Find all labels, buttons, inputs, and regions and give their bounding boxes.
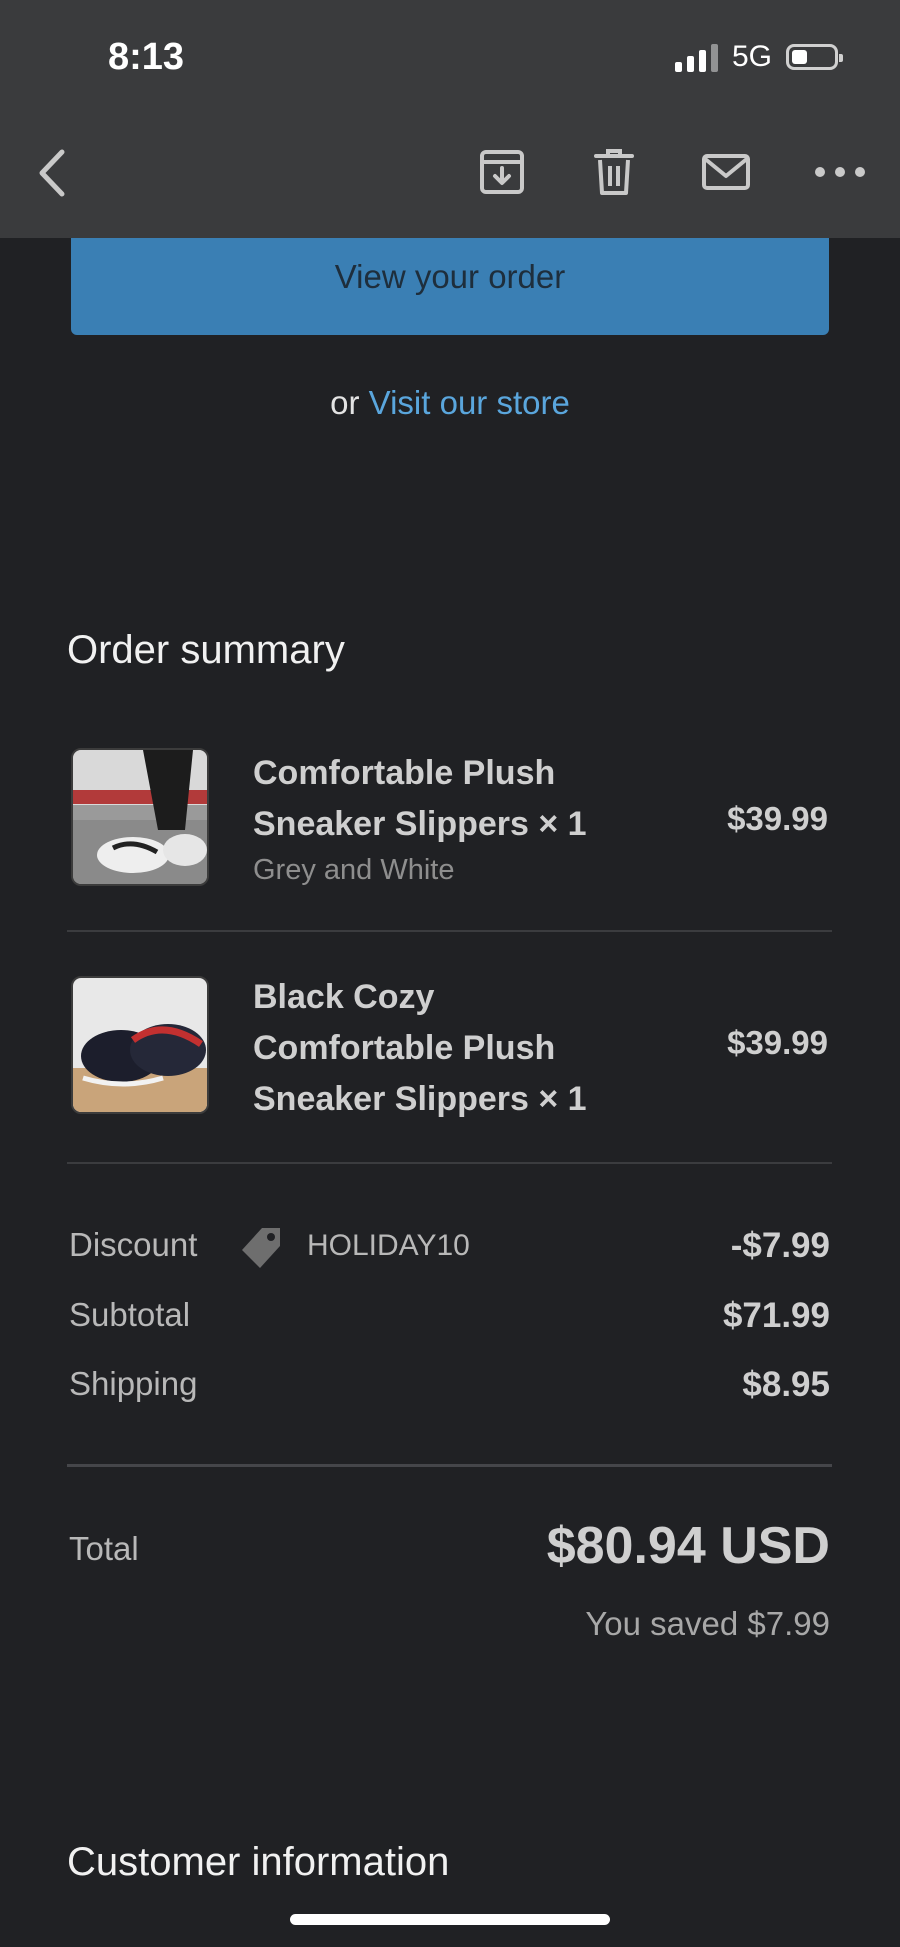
total-value: $80.94 USD	[546, 1517, 830, 1575]
view-order-label: View your order	[334, 258, 566, 295]
list-item: Comfortable Plush Sneaker Slippers × 1 G…	[67, 748, 832, 898]
product-image	[71, 976, 209, 1114]
status-indicators: 5G	[674, 40, 843, 74]
savings-text: You saved $7.99	[585, 1605, 830, 1642]
list-item: Black Cozy Comfortable Plush Sneaker Sli…	[67, 972, 832, 1132]
discount-value: -$7.99	[730, 1226, 830, 1265]
product-image	[71, 748, 209, 886]
more-icon[interactable]	[810, 146, 870, 198]
top-app-bar: 8:13 5G	[0, 0, 900, 238]
back-icon[interactable]	[32, 146, 72, 200]
archive-icon[interactable]	[476, 146, 528, 198]
total-label: Total	[69, 1530, 139, 1567]
divider	[67, 1464, 832, 1467]
home-indicator[interactable]	[290, 1914, 610, 1925]
battery-icon	[786, 44, 843, 70]
item-name: Comfortable Plush Sneaker Slippers × 1	[253, 754, 587, 843]
item-price: $39.99	[727, 800, 828, 837]
divider	[67, 1162, 832, 1164]
subtotal-value: $71.99	[722, 1296, 830, 1335]
trash-icon[interactable]	[588, 146, 640, 198]
signal-icon	[674, 42, 718, 72]
mail-icon[interactable]	[700, 146, 752, 198]
item-price: $39.99	[727, 1024, 828, 1061]
network-type: 5G	[731, 40, 772, 73]
or-text: or	[330, 384, 360, 421]
view-order-button[interactable]: View your order	[71, 230, 829, 335]
divider	[67, 930, 832, 932]
item-variant: Grey and White	[253, 854, 455, 886]
shipping-label: Shipping	[69, 1365, 198, 1402]
item-name: Black Cozy Comfortable Plush Sneaker Sli…	[253, 978, 587, 1118]
shipping-value: $8.95	[742, 1365, 830, 1404]
store-link-line: or Visit our store	[0, 384, 900, 422]
status-time: 8:13	[108, 36, 185, 78]
subtotal-label: Subtotal	[69, 1296, 191, 1333]
discount-label: Discount	[69, 1226, 198, 1263]
tag-icon	[240, 1226, 284, 1270]
order-summary-title: Order summary	[67, 628, 345, 672]
discount-code: HOLIDAY10	[307, 1229, 470, 1262]
customer-info-title: Customer information	[67, 1840, 450, 1884]
visit-store-link[interactable]: Visit our store	[369, 384, 570, 421]
